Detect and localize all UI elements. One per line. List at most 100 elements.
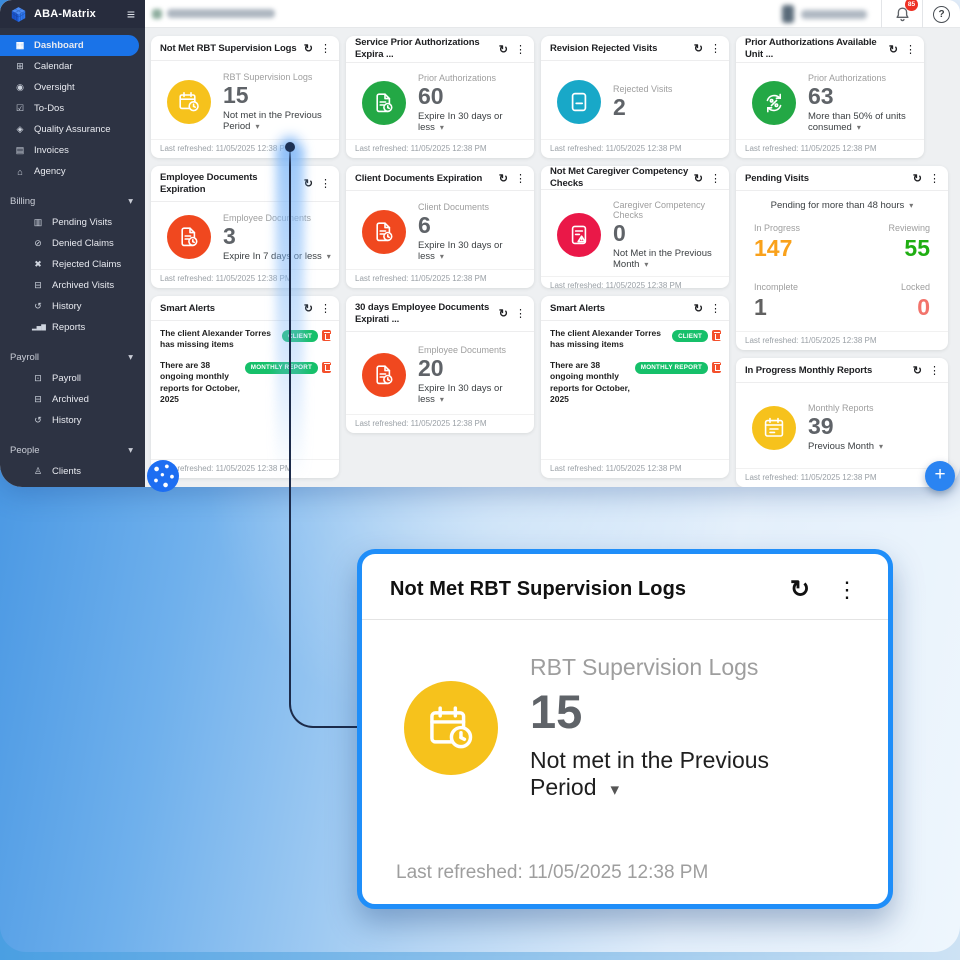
kebab-menu-icon[interactable]: ⋮	[515, 307, 526, 320]
bar-chart-icon: ▂▅▇	[32, 324, 44, 331]
alert-row[interactable]: The client Alexander Torres has missing …	[541, 321, 729, 353]
alert-tag-badge: CLIENT	[282, 330, 318, 342]
medal-icon: ◈	[14, 124, 26, 135]
refresh-icon[interactable]: ↻	[694, 302, 703, 315]
delete-alert-icon[interactable]	[322, 362, 331, 373]
alert-text: There are 38 ongoing monthly reports for…	[160, 360, 241, 406]
sidebar-item-archived-visits[interactable]: ⊟ Archived Visits	[0, 275, 145, 296]
sidebar-item-label: Payroll	[52, 373, 81, 384]
filter-dropdown[interactable]: Expire In 30 days or less▾	[418, 383, 526, 405]
sidebar-item-payroll-history[interactable]: ↺ History	[0, 410, 145, 431]
refresh-icon[interactable]: ↻	[499, 43, 508, 56]
dashboard-grid: Not Met RBT Supervision Logs ↻ ⋮ RBT Sup…	[145, 28, 960, 487]
sidebar-section-people[interactable]: People ▾	[0, 440, 145, 461]
app-window: 85 ? ABA-Matrix ≡ ▦ Dashboard ⊞ Calendar…	[0, 0, 960, 487]
stat-value: 147	[754, 237, 842, 260]
kebab-menu-icon[interactable]: ⋮	[710, 42, 721, 55]
last-refreshed: Last refreshed: 11/05/2025 12:38 PM	[151, 459, 339, 478]
sidebar-item-payroll-archived[interactable]: ⊟ Archived	[0, 389, 145, 410]
kebab-menu-icon[interactable]: ⋮	[320, 177, 331, 190]
kebab-menu-icon[interactable]: ⋮	[929, 172, 940, 185]
sidebar-item-payroll[interactable]: ⊡ Payroll	[0, 368, 145, 389]
sidebar-item-label: Pending Visits	[52, 217, 112, 228]
filter-dropdown[interactable]: Not met in the Previous Period▾	[530, 747, 864, 801]
sidebar-item-agency[interactable]: ⌂ Agency	[0, 161, 145, 182]
refresh-icon[interactable]: ↻	[694, 42, 703, 55]
metric-value: 6	[418, 213, 526, 238]
sidebar-item-billing-history[interactable]: ↺ History	[0, 296, 145, 317]
section-label: People	[10, 445, 128, 456]
refresh-icon[interactable]: ↻	[889, 43, 898, 56]
hamburger-menu-icon[interactable]: ≡	[127, 6, 135, 22]
kebab-menu-icon[interactable]: ⋮	[515, 172, 526, 185]
grid-column-1: Not Met RBT Supervision Logs ↻ ⋮ RBT Sup…	[151, 36, 339, 487]
card-title: Revision Rejected Visits	[550, 43, 690, 55]
refresh-icon[interactable]: ↻	[694, 172, 703, 185]
kebab-menu-icon[interactable]: ⋮	[836, 577, 858, 603]
cookie-widget-button[interactable]	[147, 460, 179, 492]
refresh-icon[interactable]: ↻	[499, 307, 508, 320]
kebab-menu-icon[interactable]: ⋮	[710, 172, 721, 185]
delete-alert-icon[interactable]	[712, 330, 721, 341]
metric-label: Caregiver Competency Checks	[613, 200, 721, 220]
delete-alert-icon[interactable]	[322, 330, 331, 341]
sync-percent-icon	[752, 81, 796, 125]
sidebar-item-quality-assurance[interactable]: ◈ Quality Assurance	[0, 119, 145, 140]
refresh-icon[interactable]: ↻	[499, 172, 508, 185]
sidebar-item-reports[interactable]: ▂▅▇ Reports	[0, 317, 145, 338]
filter-dropdown[interactable]: Expire In 30 days or less▾	[418, 111, 526, 133]
kebab-menu-icon[interactable]: ⋮	[905, 43, 916, 56]
sidebar-item-dashboard[interactable]: ▦ Dashboard	[0, 35, 139, 56]
refresh-icon[interactable]: ↻	[304, 302, 313, 315]
notifications-button[interactable]: 85	[882, 5, 922, 24]
add-fab-button[interactable]: +	[925, 461, 955, 491]
sidebar-item-invoices[interactable]: ▤ Invoices	[0, 140, 145, 161]
sidebar-item-clients[interactable]: ♙ Clients	[0, 461, 145, 482]
filter-dropdown[interactable]: Expire In 7 days or less▾	[223, 251, 331, 262]
chevron-down-icon: ▾	[440, 252, 444, 261]
callout-title: Not Met RBT Supervision Logs	[390, 578, 790, 601]
kebab-menu-icon[interactable]: ⋮	[320, 42, 331, 55]
filter-dropdown[interactable]: Pending for more than 48 hours▾	[736, 191, 948, 213]
alert-text: The client Alexander Torres has missing …	[160, 328, 278, 351]
help-button[interactable]: ?	[933, 6, 950, 23]
sidebar-item-assistants[interactable]: ♙♙ Assistants	[0, 482, 145, 487]
sidebar-item-todos[interactable]: ☑ To-Dos	[0, 98, 145, 119]
refresh-icon[interactable]: ↻	[913, 172, 922, 185]
sidebar-item-pending-visits[interactable]: ▥ Pending Visits	[0, 212, 145, 233]
alert-row[interactable]: There are 38 ongoing monthly reports for…	[541, 353, 729, 408]
sidebar-item-label: Calendar	[34, 61, 73, 72]
delete-alert-icon[interactable]	[712, 362, 721, 373]
refresh-icon[interactable]: ↻	[304, 177, 313, 190]
filter-dropdown[interactable]: More than 50% of units consumed▾	[808, 111, 916, 133]
refresh-icon[interactable]: ↻	[304, 42, 313, 55]
alert-row[interactable]: There are 38 ongoing monthly reports for…	[151, 353, 339, 408]
archive-icon: ⊟	[32, 280, 44, 291]
filter-dropdown[interactable]: Not Met in the Previous Month▾	[613, 248, 721, 270]
kebab-menu-icon[interactable]: ⋮	[515, 43, 526, 56]
filter-dropdown[interactable]: Not met in the Previous Period▾	[223, 110, 331, 132]
sidebar-section-payroll[interactable]: Payroll ▾	[0, 347, 145, 368]
sidebar-item-oversight[interactable]: ◉ Oversight	[0, 77, 145, 98]
alert-row[interactable]: The client Alexander Torres has missing …	[151, 321, 339, 353]
kebab-menu-icon[interactable]: ⋮	[929, 364, 940, 377]
last-refreshed: Last refreshed: 11/05/2025 12:38 PM	[736, 468, 948, 487]
sidebar-item-calendar[interactable]: ⊞ Calendar	[0, 56, 145, 77]
filter-dropdown[interactable]: Expire In 30 days or less▾	[418, 240, 526, 262]
refresh-icon[interactable]: ↻	[790, 575, 810, 604]
card-revision-rejected-visits: Revision Rejected Visits ↻ ⋮ Rejected Vi…	[541, 36, 729, 158]
stat-locked: Locked 0	[842, 276, 930, 331]
kebab-menu-icon[interactable]: ⋮	[710, 302, 721, 315]
sidebar-section-billing[interactable]: Billing ▾	[0, 191, 145, 212]
sidebar-item-denied-claims[interactable]: ⊘ Denied Claims	[0, 233, 145, 254]
sidebar-item-rejected-claims[interactable]: ✖ Rejected Claims	[0, 254, 145, 275]
kebab-menu-icon[interactable]: ⋮	[320, 302, 331, 315]
card-not-met-rbt-supervision-logs: Not Met RBT Supervision Logs ↻ ⋮ RBT Sup…	[151, 36, 339, 158]
user-menu[interactable]	[782, 5, 867, 23]
document-clock-icon	[362, 210, 406, 254]
filter-dropdown[interactable]: Previous Month▾	[808, 441, 883, 452]
refresh-icon[interactable]: ↻	[913, 364, 922, 377]
alert-text: There are 38 ongoing monthly reports for…	[550, 360, 631, 406]
dashboard-icon: ▦	[14, 40, 26, 51]
last-refreshed: Last refreshed: 11/05/2025 12:38 PM	[541, 459, 729, 478]
